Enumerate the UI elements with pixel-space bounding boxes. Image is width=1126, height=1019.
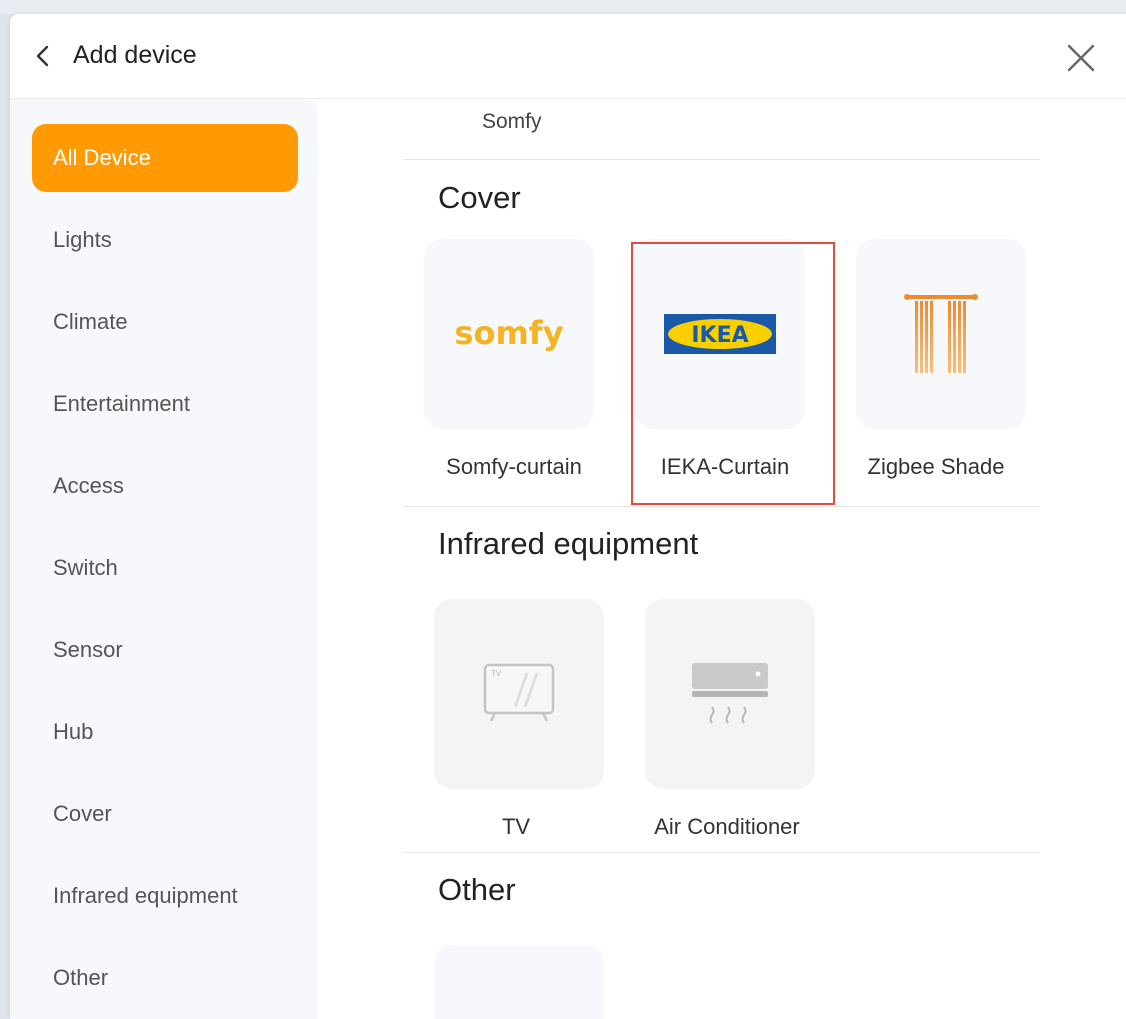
svg-text:TV: TV [490, 669, 502, 678]
device-tile-air-conditioner[interactable] [645, 599, 815, 789]
section-title-cover: Cover [438, 180, 521, 215]
sidebar-item-infrared-equipment[interactable]: Infrared equipment [32, 862, 298, 930]
air-conditioner-icon [692, 663, 768, 724]
section-divider [404, 852, 1040, 853]
back-arrow-icon[interactable] [32, 42, 54, 70]
somfy-logo: somfy [454, 314, 563, 352]
tv-icon: TV [483, 663, 555, 722]
sidebar-item-all-device[interactable]: All Device [32, 124, 298, 192]
sidebar-item-climate[interactable]: Climate [32, 288, 298, 356]
curtain-icon [904, 294, 978, 373]
sidebar-item-access[interactable]: Access [32, 452, 298, 520]
device-tile-somfy-curtain[interactable]: somfy [424, 239, 594, 429]
dialog-title: Add device [73, 41, 197, 69]
sidebar-item-lights[interactable]: Lights [32, 206, 298, 274]
sidebar-item-entertainment[interactable]: Entertainment [32, 370, 298, 438]
close-icon[interactable] [1065, 42, 1097, 74]
device-tile-zigbee-shade[interactable] [856, 239, 1026, 429]
device-label-somfy-curtain: Somfy-curtain [446, 454, 582, 479]
device-label-zigbee-shade: Zigbee Shade [867, 454, 1005, 479]
svg-text:somfy: somfy [454, 314, 563, 352]
sidebar-item-switch[interactable]: Switch [32, 534, 298, 602]
device-tile-tv[interactable]: TV [434, 599, 604, 789]
sidebar-item-hub[interactable]: Hub [32, 698, 298, 766]
add-device-dialog: Add device All Device Lights Climate Ent… [10, 14, 1126, 1019]
section-title-other: Other [438, 872, 516, 907]
device-label-somfy[interactable]: Somfy [482, 110, 542, 134]
device-label-air-conditioner: Air Conditioner [654, 814, 800, 839]
device-label-tv: TV [501, 814, 531, 839]
dialog-header: Add device [10, 14, 1126, 99]
sidebar-item-other[interactable]: Other [32, 944, 298, 1012]
selection-highlight [631, 242, 835, 505]
sidebar-item-cover[interactable]: Cover [32, 780, 298, 848]
device-list: Somfy Cover somfy Somfy-curtain IKEA IEK… [318, 99, 1126, 1019]
device-tile-other[interactable] [434, 945, 604, 1019]
section-title-infrared-equipment: Infrared equipment [438, 526, 699, 561]
section-divider [404, 159, 1040, 160]
background-strip [0, 0, 1126, 14]
sidebar-item-sensor[interactable]: Sensor [32, 616, 298, 684]
section-divider [404, 506, 1040, 507]
category-sidebar: All Device Lights Climate Entertainment … [10, 99, 318, 1019]
